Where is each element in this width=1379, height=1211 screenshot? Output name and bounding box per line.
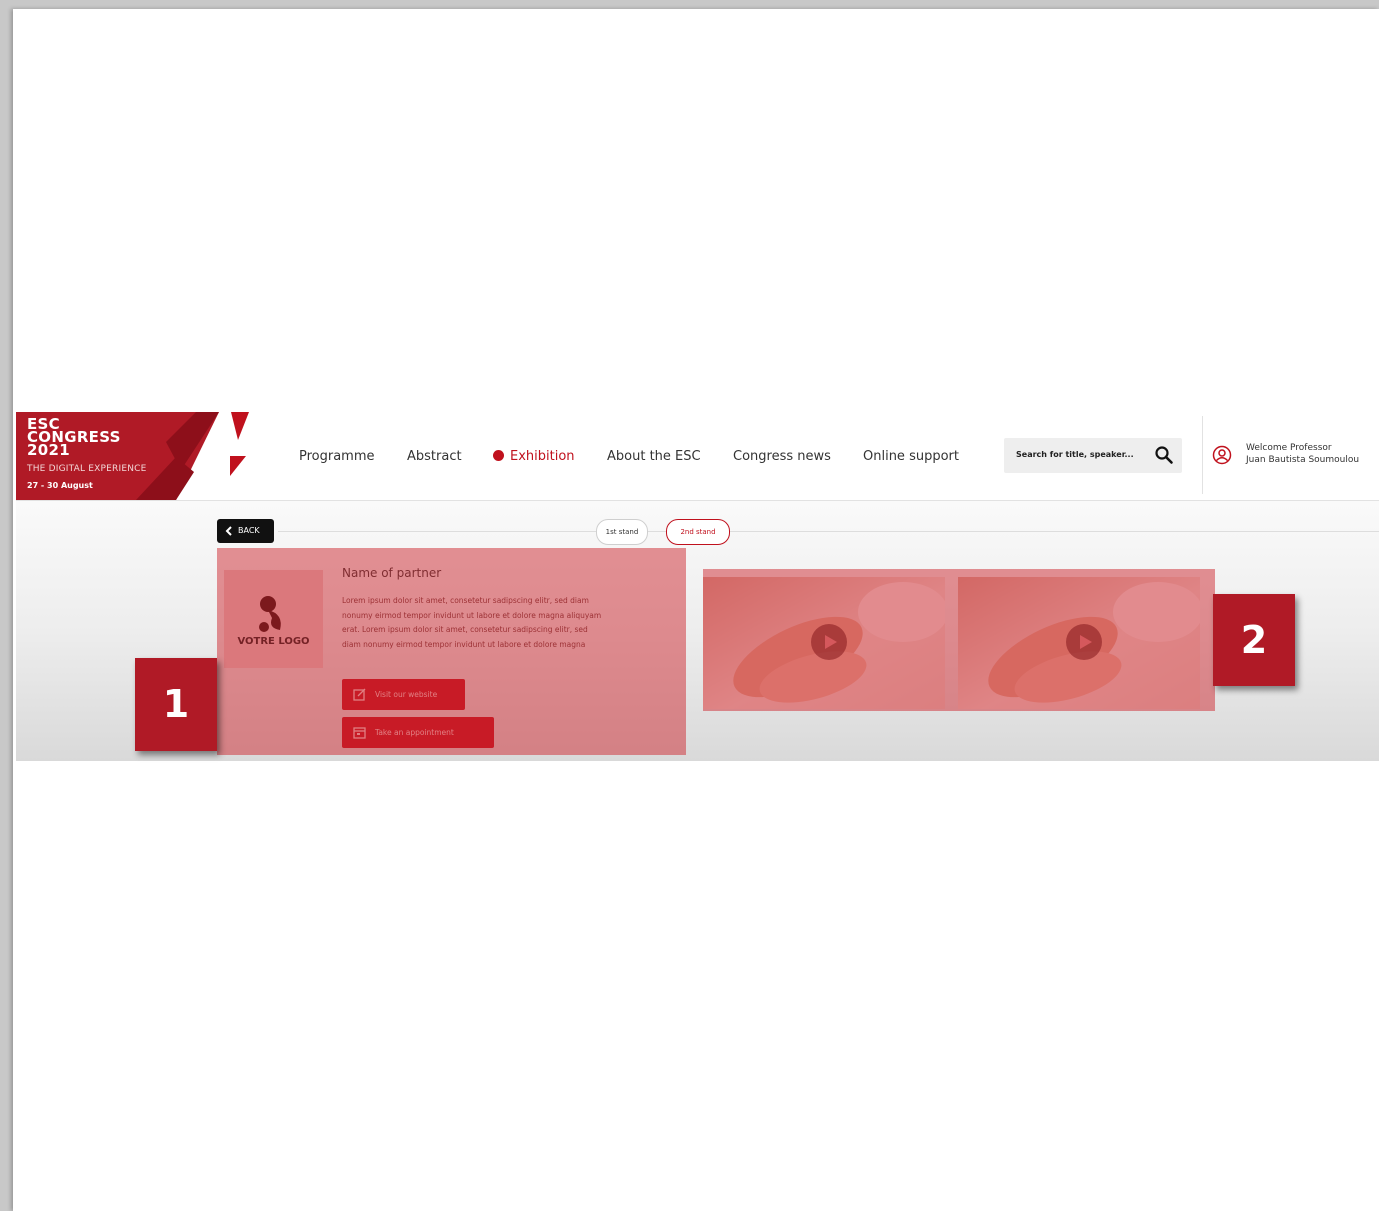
user-icon[interactable] [1212,445,1232,465]
logo-title: ESC CONGRESS 2021 [27,415,121,459]
logo-tagline: THE DIGITAL EXPERIENCE [27,464,147,474]
annotation-marker-1: 1 [135,658,217,751]
search-input[interactable]: Search for title, speaker... [1004,438,1182,473]
website-mockup: ESC CONGRESS 2021 THE DIGITAL EXPERIENCE… [16,412,1379,761]
nav-congress-news[interactable]: Congress news [733,449,831,464]
nav-abstract[interactable]: Abstract [407,449,462,464]
logo-dates: 27 - 30 August [27,481,93,490]
esc-congress-logo[interactable]: ESC CONGRESS 2021 THE DIGITAL EXPERIENCE… [16,412,251,500]
header-divider [1202,416,1203,494]
highlight-partner-area [217,548,686,755]
subbar-divider [278,531,1379,532]
back-button[interactable]: BACK [217,519,274,543]
annotation-marker-2: 2 [1213,594,1295,686]
slide-page: ESC CONGRESS 2021 THE DIGITAL EXPERIENCE… [13,9,1379,1211]
tab-1st-stand[interactable]: 1st stand [596,519,648,545]
welcome-text: Welcome Professor [1246,443,1332,453]
chevron-left-icon [225,526,232,536]
nav-exhibition-label: Exhibition [510,449,575,464]
nav-programme[interactable]: Programme [299,449,375,464]
nav-exhibition[interactable]: Exhibition [493,449,575,464]
user-name: Juan Bautista Soumoulou [1246,455,1360,465]
user-welcome[interactable]: Welcome Professor Juan Bautista Soumoulo… [1246,442,1359,466]
site-header: ESC CONGRESS 2021 THE DIGITAL EXPERIENCE… [16,412,1379,501]
back-label: BACK [238,526,260,535]
search-icon[interactable] [1154,445,1174,465]
nav-about-the-esc[interactable]: About the ESC [607,449,701,464]
highlight-video-area [703,569,1215,711]
active-dot-icon [493,450,504,461]
search-placeholder: Search for title, speaker... [1016,450,1134,459]
tab-2nd-stand[interactable]: 2nd stand [666,519,730,545]
nav-online-support[interactable]: Online support [863,449,959,464]
